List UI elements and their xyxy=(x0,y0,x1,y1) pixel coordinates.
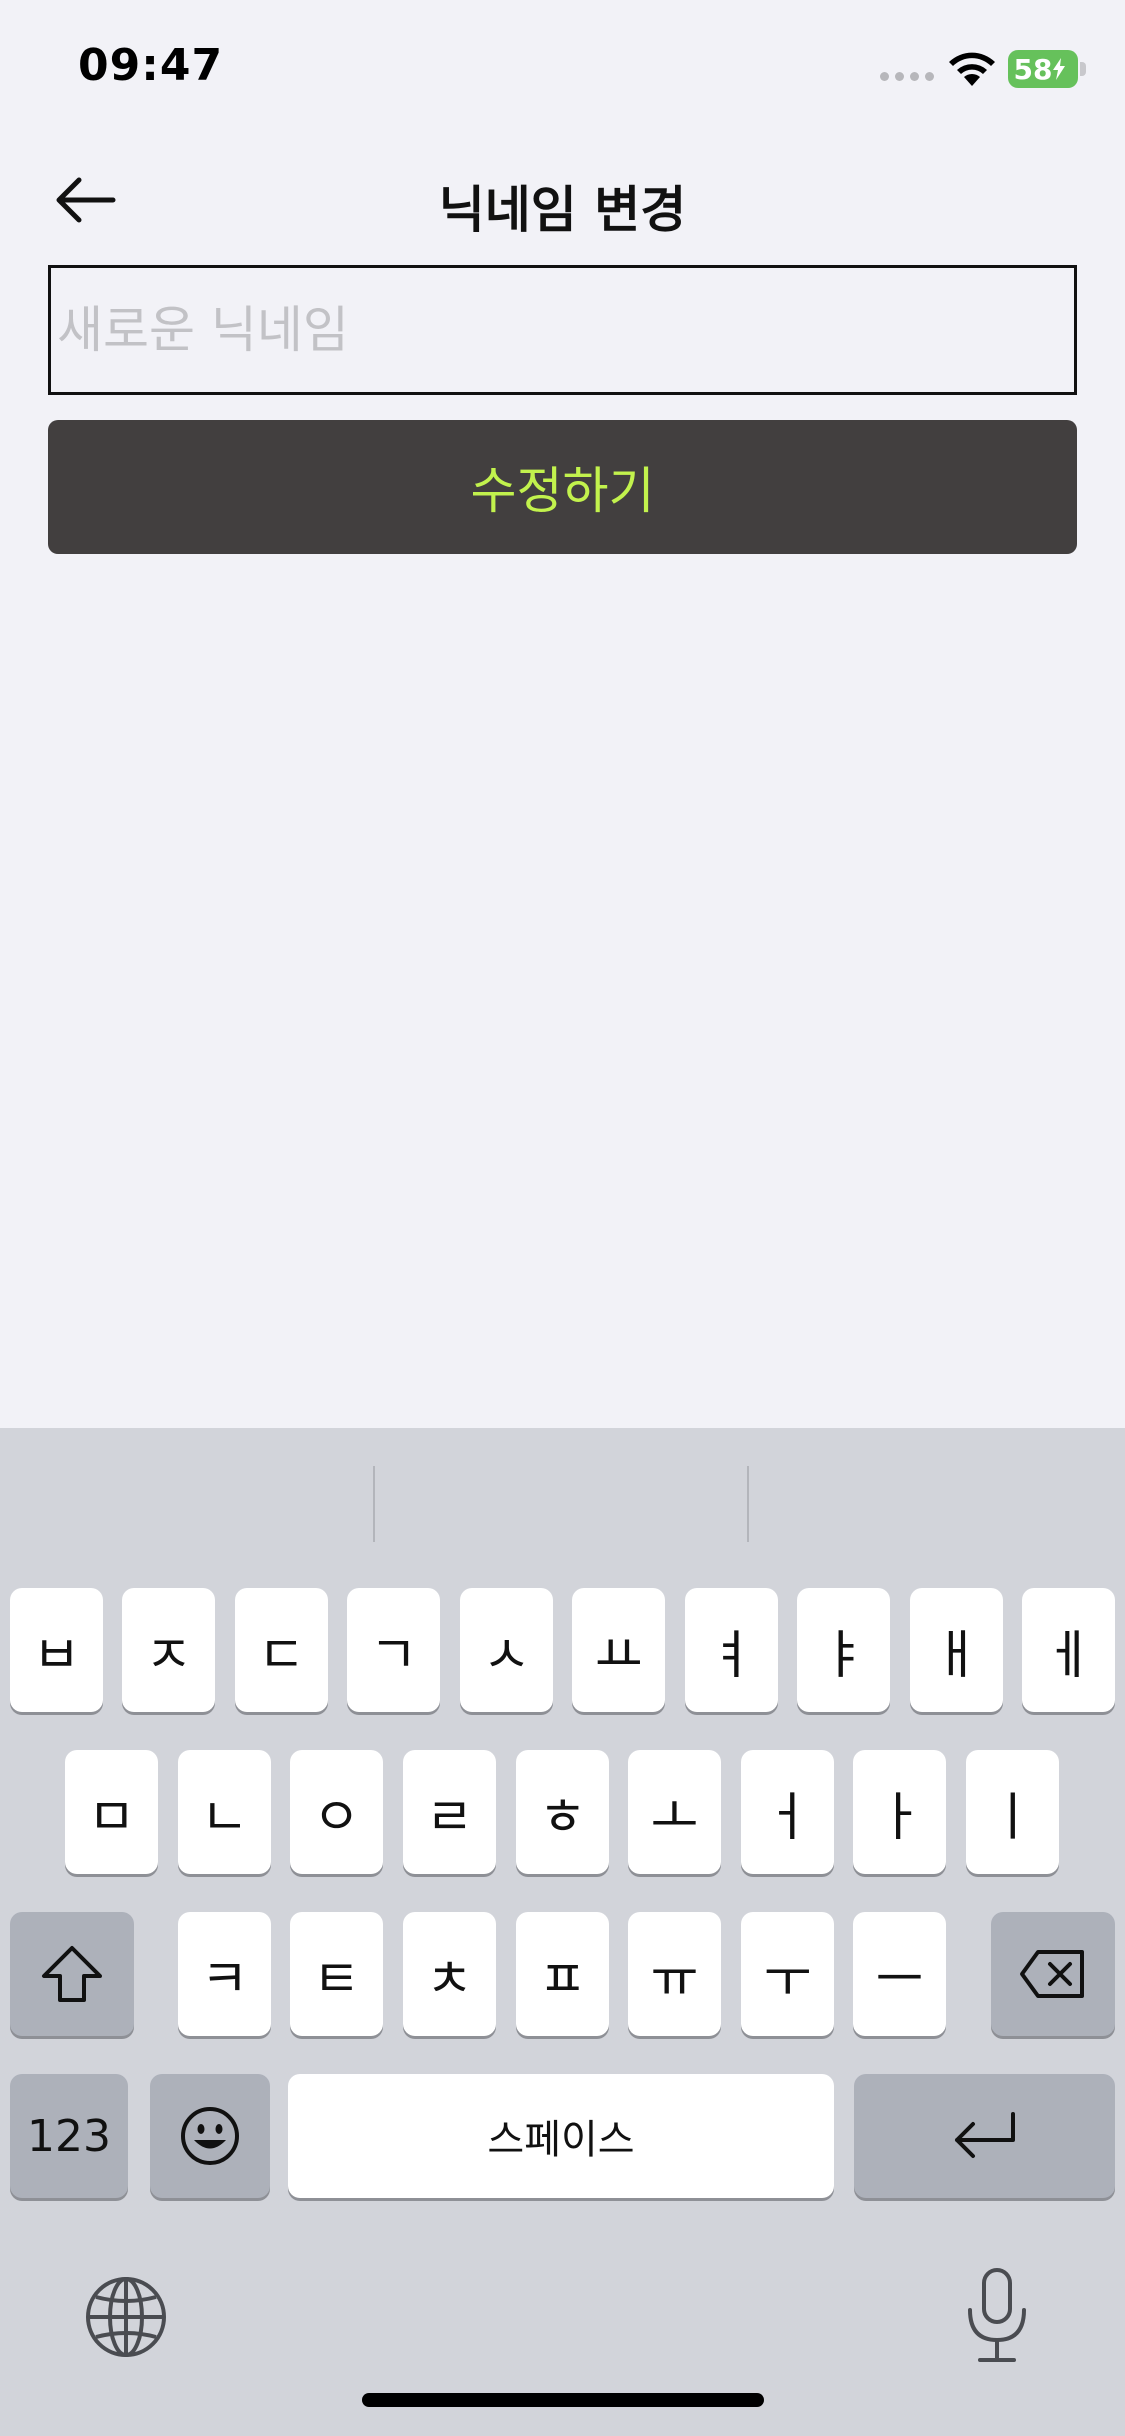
microphone-icon[interactable] xyxy=(962,2266,1032,2366)
status-bar: 09:47 58 xyxy=(0,0,1125,140)
key-eu[interactable]: ㅡ xyxy=(853,1912,946,2036)
home-indicator xyxy=(362,2393,764,2407)
key-d[interactable]: ㄷ xyxy=(235,1588,328,1712)
charging-bolt-icon xyxy=(1053,58,1066,80)
shift-key[interactable] xyxy=(10,1912,134,2036)
nav-header: 닉네임 변경 xyxy=(0,150,1125,250)
key-e[interactable]: ㅔ xyxy=(1022,1588,1115,1712)
key-o[interactable]: ㅗ xyxy=(628,1750,721,1874)
emoji-icon xyxy=(181,2107,239,2165)
return-key[interactable] xyxy=(854,2074,1115,2198)
space-key[interactable]: 스페이스 xyxy=(288,2074,834,2198)
emoji-key[interactable] xyxy=(150,2074,270,2198)
return-icon xyxy=(954,2112,1015,2158)
numbers-key[interactable]: 123 xyxy=(10,2074,128,2198)
key-h[interactable]: ㅎ xyxy=(516,1750,609,1874)
key-p[interactable]: ㅍ xyxy=(516,1912,609,2036)
wifi-icon xyxy=(949,52,995,86)
key-b[interactable]: ㅂ xyxy=(10,1588,103,1712)
key-ch[interactable]: ㅊ xyxy=(403,1912,496,2036)
key-s[interactable]: ㅅ xyxy=(460,1588,553,1712)
page-title: 닉네임 변경 xyxy=(438,181,687,239)
key-n[interactable]: ㄴ xyxy=(178,1750,271,1874)
key-u[interactable]: ㅜ xyxy=(741,1912,834,2036)
key-ae[interactable]: ㅐ xyxy=(910,1588,1003,1712)
nickname-input-container xyxy=(48,265,1077,395)
suggestion-divider xyxy=(373,1466,375,1542)
key-g[interactable]: ㄱ xyxy=(347,1588,440,1712)
keyboard: ㅂ ㅈ ㄷ ㄱ ㅅ ㅛ ㅕ ㅑ ㅐ ㅔ ㅁ ㄴ ㅇ ㄹ ㅎ ㅗ ㅓ ㅏ ㅣ ㅋ … xyxy=(0,1428,1125,2436)
key-j[interactable]: ㅈ xyxy=(122,1588,215,1712)
nickname-input[interactable] xyxy=(51,268,1074,392)
cellular-signal-icon xyxy=(880,72,934,81)
shift-icon xyxy=(42,1946,102,2002)
globe-icon[interactable] xyxy=(84,2275,168,2359)
key-ng[interactable]: ㅇ xyxy=(290,1750,383,1874)
suggestion-divider xyxy=(747,1466,749,1542)
status-time: 09:47 xyxy=(78,40,224,91)
battery-icon: 58 xyxy=(1008,50,1078,88)
key-eo[interactable]: ㅓ xyxy=(741,1750,834,1874)
key-yeo[interactable]: ㅕ xyxy=(685,1588,778,1712)
battery-tip xyxy=(1080,62,1086,76)
key-yo[interactable]: ㅛ xyxy=(572,1588,665,1712)
delete-key[interactable] xyxy=(991,1912,1115,2036)
key-i[interactable]: ㅣ xyxy=(966,1750,1059,1874)
key-r[interactable]: ㄹ xyxy=(403,1750,496,1874)
key-ya[interactable]: ㅑ xyxy=(797,1588,890,1712)
battery-level: 58 xyxy=(1013,52,1053,86)
key-a[interactable]: ㅏ xyxy=(853,1750,946,1874)
backspace-icon xyxy=(1020,1950,1084,1998)
key-t[interactable]: ㅌ xyxy=(290,1912,383,2036)
key-yu[interactable]: ㅠ xyxy=(628,1912,721,2036)
key-m[interactable]: ㅁ xyxy=(65,1750,158,1874)
submit-button[interactable]: 수정하기 xyxy=(48,420,1077,554)
key-k[interactable]: ㅋ xyxy=(178,1912,271,2036)
